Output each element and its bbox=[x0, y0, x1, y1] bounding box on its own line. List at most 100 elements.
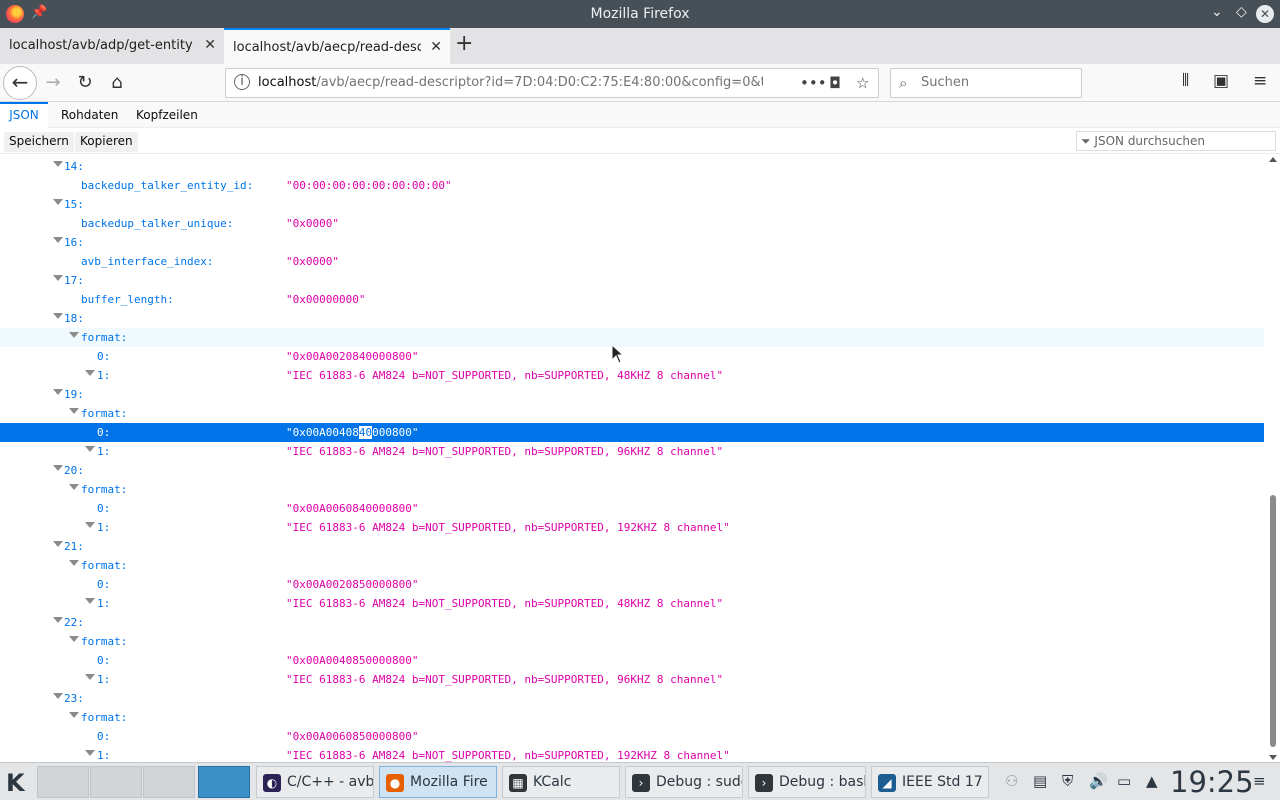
json-row[interactable]: format: bbox=[0, 480, 1264, 499]
tab-read-descriptor[interactable]: localhost/avb/aecp/read-descri ✕ bbox=[224, 28, 450, 64]
taskbar-task[interactable]: › Debug : sudo bbox=[625, 766, 743, 798]
expand-twisty-icon[interactable] bbox=[69, 408, 79, 414]
url-bar[interactable]: i localhost/avb/aecp/read-descriptor?id=… bbox=[225, 68, 879, 98]
scroll-up-icon[interactable] bbox=[1269, 157, 1277, 162]
security-shield-icon[interactable]: ⛨ bbox=[1062, 772, 1073, 790]
json-row[interactable]: buffer_length: "0x00000000" bbox=[0, 290, 1264, 309]
site-info-icon[interactable]: i bbox=[234, 74, 250, 90]
panel-menu-icon[interactable]: ≡ bbox=[1253, 772, 1266, 790]
expand-twisty-icon[interactable] bbox=[85, 446, 95, 452]
json-row[interactable]: format: bbox=[0, 632, 1264, 651]
scrollbar[interactable] bbox=[1267, 155, 1280, 762]
json-row[interactable]: 15: bbox=[0, 195, 1264, 214]
page-actions-icon[interactable]: ••• bbox=[800, 74, 827, 92]
expand-twisty-icon[interactable] bbox=[85, 522, 95, 528]
search-bar[interactable]: ⌕ bbox=[890, 68, 1082, 98]
taskbar-task[interactable]: ◐ C/C++ - avb bbox=[256, 766, 374, 798]
expand-twisty-icon[interactable] bbox=[53, 161, 63, 167]
expand-twisty-icon[interactable] bbox=[53, 693, 63, 699]
new-tab-icon[interactable]: + bbox=[455, 31, 473, 56]
expand-twisty-icon[interactable] bbox=[69, 484, 79, 490]
expand-twisty-icon[interactable] bbox=[69, 560, 79, 566]
reload-button[interactable]: ↻ bbox=[72, 70, 98, 96]
json-filter-input[interactable]: ⏷ JSON durchsuchen bbox=[1076, 131, 1276, 151]
expand-twisty-icon[interactable] bbox=[53, 389, 63, 395]
expand-twisty-icon[interactable] bbox=[85, 750, 95, 756]
json-row[interactable]: backedup_talker_unique: "0x0000" bbox=[0, 214, 1264, 233]
expand-twisty-icon[interactable] bbox=[53, 199, 63, 205]
json-row[interactable]: 23: bbox=[0, 689, 1264, 708]
json-row[interactable]: 0: "0x00A0040840000800" bbox=[0, 423, 1264, 442]
json-row[interactable]: 0: "0x00A0020840000800" bbox=[0, 347, 1264, 366]
taskbar-task[interactable]: ▦ KCalc bbox=[502, 766, 620, 798]
close-icon[interactable]: ✕ bbox=[1256, 5, 1274, 23]
minimize-icon[interactable]: ⌄ bbox=[1211, 4, 1223, 20]
taskbar-task[interactable]: › Debug : bash bbox=[748, 766, 866, 798]
json-row[interactable]: 1: "IEC 61883-6 AM824 b=NOT_SUPPORTED, nb… bbox=[0, 366, 1264, 385]
expand-twisty-icon[interactable] bbox=[85, 674, 95, 680]
save-button[interactable]: Speichern bbox=[4, 132, 74, 152]
close-tab-icon[interactable]: ✕ bbox=[204, 37, 216, 53]
virtual-desktop-2[interactable] bbox=[90, 766, 142, 798]
expand-twisty-icon[interactable] bbox=[85, 370, 95, 376]
expand-twisty-icon[interactable] bbox=[85, 598, 95, 604]
back-button[interactable]: ← bbox=[3, 66, 37, 100]
json-row[interactable]: 0: "0x00A0060850000800" bbox=[0, 727, 1264, 746]
user-switch-icon[interactable]: ⚇ bbox=[1005, 772, 1018, 790]
expand-twisty-icon[interactable] bbox=[53, 313, 63, 319]
expand-twisty-icon[interactable] bbox=[53, 237, 63, 243]
url-text[interactable]: localhost/avb/aecp/read-descriptor?id=7D… bbox=[258, 75, 763, 90]
json-row[interactable]: 19: bbox=[0, 385, 1264, 404]
json-row[interactable]: format: bbox=[0, 328, 1264, 347]
tab-json[interactable]: JSON bbox=[0, 102, 48, 128]
json-row[interactable]: 14: bbox=[0, 157, 1264, 176]
json-row[interactable]: format: bbox=[0, 708, 1264, 727]
sidebar-icon[interactable]: ▣ bbox=[1213, 71, 1229, 91]
json-row[interactable]: 1: "IEC 61883-6 AM824 b=NOT_SUPPORTED, nb… bbox=[0, 594, 1264, 613]
taskbar-task[interactable]: ● Mozilla Fire bbox=[379, 766, 497, 798]
json-row[interactable]: format: bbox=[0, 556, 1264, 575]
json-row[interactable]: 0: "0x00A0020850000800" bbox=[0, 575, 1264, 594]
forward-button[interactable]: → bbox=[40, 70, 66, 96]
json-row[interactable]: 1: "IEC 61883-6 AM824 b=NOT_SUPPORTED, nb… bbox=[0, 442, 1264, 461]
copy-button[interactable]: Kopieren bbox=[75, 132, 138, 152]
taskbar-task[interactable]: ◢ IEEE Std 17 bbox=[871, 766, 989, 798]
scroll-down-icon[interactable] bbox=[1269, 755, 1277, 760]
maximize-icon[interactable]: ◇ bbox=[1236, 4, 1247, 20]
home-button[interactable]: ⌂ bbox=[104, 70, 130, 96]
expand-twisty-icon[interactable] bbox=[53, 275, 63, 281]
expand-twisty-icon[interactable] bbox=[69, 712, 79, 718]
search-input[interactable] bbox=[921, 75, 1071, 90]
close-tab-icon[interactable]: ✕ bbox=[430, 39, 442, 55]
bookmark-star-icon[interactable]: ☆ bbox=[856, 74, 869, 92]
json-row[interactable]: 17: bbox=[0, 271, 1264, 290]
virtual-desktop-1[interactable] bbox=[37, 766, 89, 798]
tab-get-entity[interactable]: localhost/avb/adp/get-entity ✕ bbox=[0, 28, 224, 64]
json-row[interactable]: 0: "0x00A0060840000800" bbox=[0, 499, 1264, 518]
virtual-desktop-3[interactable] bbox=[143, 766, 195, 798]
json-row[interactable]: 22: bbox=[0, 613, 1264, 632]
network-icon[interactable]: ▭ bbox=[1117, 772, 1131, 790]
json-row[interactable]: 1: "IEC 61883-6 AM824 b=NOT_SUPPORTED, nb… bbox=[0, 670, 1264, 689]
json-row[interactable]: 1: "IEC 61883-6 AM824 b=NOT_SUPPORTED, nb… bbox=[0, 518, 1264, 537]
expand-twisty-icon[interactable] bbox=[69, 332, 79, 338]
clipboard-icon[interactable]: ▤ bbox=[1033, 772, 1047, 790]
tray-expand-icon[interactable]: ▲ bbox=[1146, 772, 1158, 790]
json-row[interactable]: 1: "IEC 61883-6 AM824 b=NOT_SUPPORTED, nb… bbox=[0, 746, 1264, 762]
virtual-desktop-4[interactable] bbox=[198, 766, 250, 798]
json-row[interactable]: 0: "0x00A0040850000800" bbox=[0, 651, 1264, 670]
application-launcher-icon[interactable]: K bbox=[6, 769, 25, 797]
json-row[interactable]: 20: bbox=[0, 461, 1264, 480]
json-row[interactable]: format: bbox=[0, 404, 1264, 423]
json-row[interactable]: backedup_talker_entity_id: "00:00:00:00:0… bbox=[0, 176, 1264, 195]
scrollbar-thumb[interactable] bbox=[1270, 495, 1276, 747]
library-icon[interactable]: ⫴ bbox=[1182, 71, 1189, 91]
tab-headers[interactable]: Kopfzeilen bbox=[136, 102, 198, 128]
volume-icon[interactable]: 🔊 bbox=[1089, 772, 1108, 790]
expand-twisty-icon[interactable] bbox=[53, 465, 63, 471]
menu-icon[interactable]: ≡ bbox=[1253, 71, 1267, 91]
clock[interactable]: 19:25 bbox=[1170, 765, 1254, 799]
json-row[interactable]: 16: bbox=[0, 233, 1264, 252]
json-row[interactable]: 21: bbox=[0, 537, 1264, 556]
json-row[interactable]: avb_interface_index: "0x0000" bbox=[0, 252, 1264, 271]
